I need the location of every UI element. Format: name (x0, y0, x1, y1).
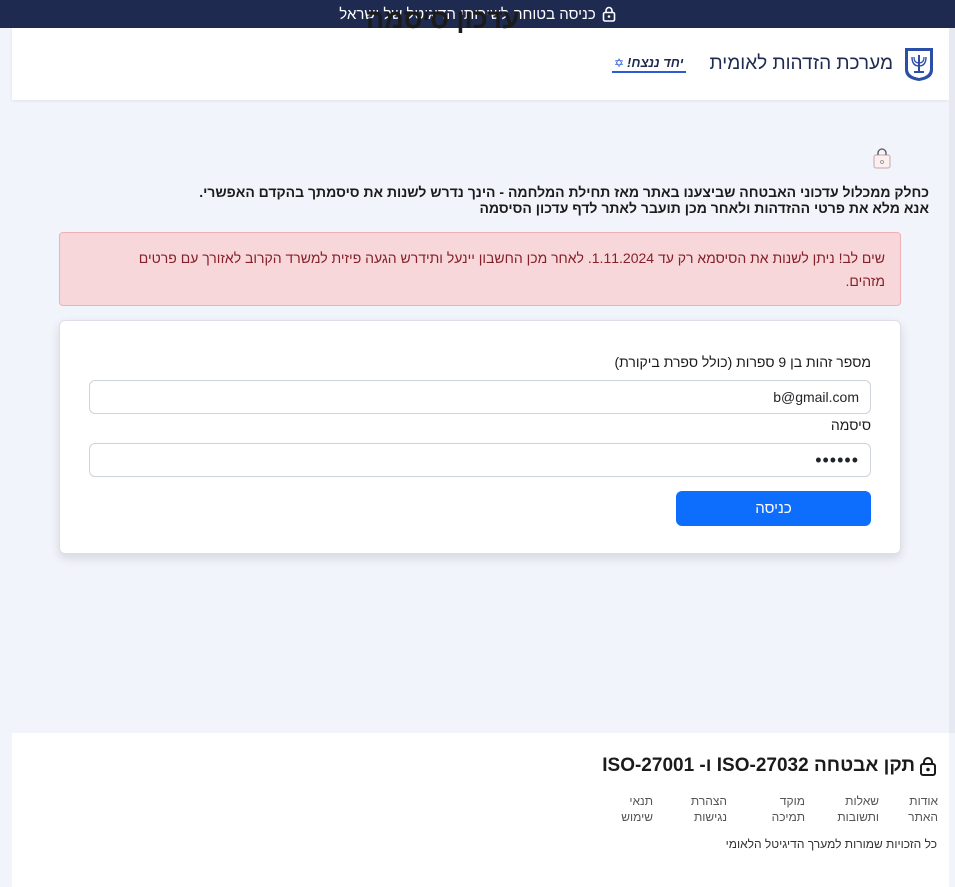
scrollbar-track[interactable] (949, 28, 955, 733)
id-number-label: מספר זהות בן 9 ספרות (כולל ספרת ביקורת) (614, 354, 872, 370)
footer-title-text: תקן אבטחה ISO-27032 ו- ISO-27001 (602, 755, 915, 776)
badge-text: יחד ננצח! (627, 55, 684, 70)
footer-link-support[interactable]: מוקד תמיכה (765, 793, 805, 825)
footer-link-about-line2: האתר (908, 810, 938, 824)
footer-link-terms[interactable]: תנאי שימוש (613, 793, 653, 825)
footer-title: תקן אבטחה ISO-27032 ו- ISO-27001 (602, 755, 937, 777)
footer-link-about[interactable]: אודות האתר (900, 793, 938, 825)
intro-line-1: כחלק ממכלול עדכוני האבטחה שביצענו באתר מ… (199, 184, 929, 200)
state-emblem-icon[interactable] (903, 46, 935, 82)
footer-link-accessibility-line2: נגישות (693, 810, 727, 824)
footer-link-faq-line1: שאלות (845, 794, 879, 808)
footer-link-accessibility[interactable]: הצהרת נגישות (687, 793, 727, 825)
intro-text: כחלק ממכלול עדכוני האבטחה שביצענו באתר מ… (109, 184, 929, 216)
lock-icon (920, 757, 936, 776)
footer-link-support-line1: מוקד (779, 794, 805, 808)
together-badge: יחד ננצח! ✡ (611, 55, 686, 73)
footer-link-faq[interactable]: שאלות ותשובות (834, 793, 879, 825)
login-form-card: מספר זהות בן 9 ספרות (כולל ספרת ביקורת) … (59, 320, 901, 554)
star-of-david-icon: ✡ (613, 55, 625, 70)
footer-link-terms-line2: שימוש (621, 810, 653, 824)
system-title[interactable]: מערכת הזדהות לאומית (710, 53, 893, 75)
copyright-text: כל הזכויות שמורות למערך הדיגיטל הלאומי (725, 837, 937, 851)
footer-link-terms-line1: תנאי (629, 794, 653, 808)
password-label: סיסמה (830, 417, 871, 433)
intro-line-2: אנא מלא את פרטי ההזדהות ולאחר מכן תועבר … (479, 200, 929, 216)
lock-icon (602, 6, 616, 22)
warning-alert: שים לב! ניתן לשנות את הסיסמא רק עד 1.11.… (59, 232, 901, 306)
id-number-input[interactable] (89, 380, 871, 414)
site-footer: תקן אבטחה ISO-27032 ו- ISO-27001 אודות ה… (12, 733, 949, 887)
page-title: עדכון סיסמה (366, 4, 520, 34)
footer-links: אודות האתר שאלות ותשובות מוקד תמיכה הצהר… (613, 793, 938, 825)
shopping-bag-icon (873, 148, 891, 169)
login-button[interactable]: כניסה (676, 491, 871, 526)
site-header: מערכת הזדהות לאומית יחד ננצח! ✡ (12, 28, 949, 100)
password-input[interactable] (89, 443, 871, 477)
footer-link-accessibility-line1: הצהרת (690, 794, 727, 808)
footer-link-support-line2: תמיכה (771, 810, 805, 824)
footer-link-faq-line2: ותשובות (837, 810, 879, 824)
footer-link-about-line1: אודות (909, 794, 938, 808)
